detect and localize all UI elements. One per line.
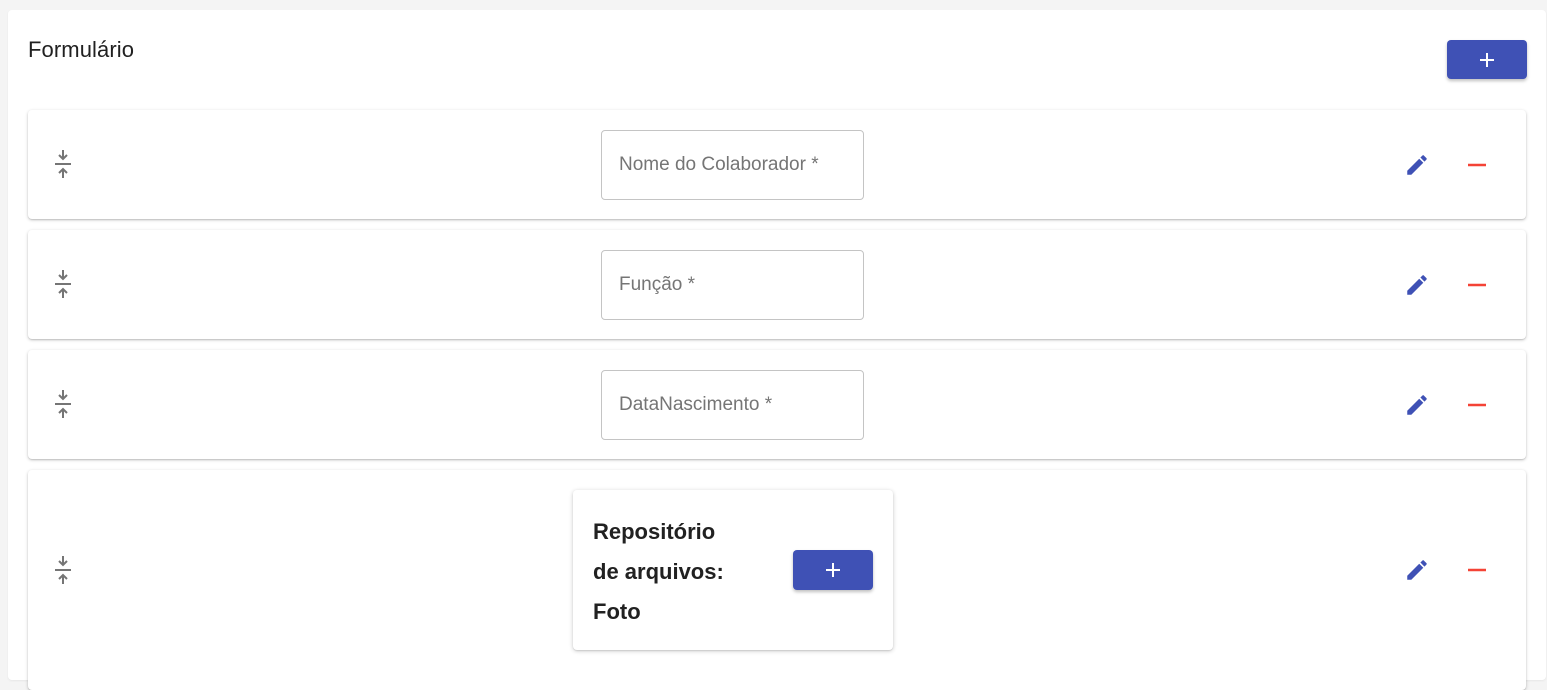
pencil-icon [1407, 560, 1427, 580]
name-field[interactable]: Nome do Colaborador * [601, 130, 864, 200]
pencil-icon [1407, 395, 1427, 415]
repository-title-line: Foto [593, 599, 641, 624]
birthdate-field[interactable]: DataNascimento * [601, 370, 864, 440]
drag-compress-icon [55, 390, 71, 418]
add-file-button[interactable] [793, 550, 873, 590]
edit-button[interactable] [1403, 151, 1431, 179]
remove-button[interactable] [1463, 271, 1491, 299]
drag-compress-icon [55, 270, 71, 298]
field-label: Função * [619, 274, 696, 295]
function-field[interactable]: Função * [601, 250, 864, 320]
remove-button[interactable] [1463, 391, 1491, 419]
pencil-icon [1407, 155, 1427, 175]
field-label: Nome do Colaborador * [619, 154, 819, 175]
add-field-button[interactable] [1447, 40, 1527, 79]
plus-icon [826, 563, 840, 577]
drag-handle[interactable] [50, 268, 76, 300]
remove-button[interactable] [1463, 151, 1491, 179]
edit-button[interactable] [1403, 556, 1431, 584]
minus-icon [1468, 163, 1486, 167]
edit-button[interactable] [1403, 391, 1431, 419]
repository-title-line: de arquivos: [593, 559, 724, 584]
form-field-row: Função * [28, 230, 1526, 339]
repository-row: Repositório de arquivos: Foto [28, 470, 1526, 690]
drag-handle[interactable] [50, 554, 76, 586]
form-title: Formulário [28, 37, 135, 62]
pencil-icon [1407, 275, 1427, 295]
file-repository-card: Repositório de arquivos: Foto [573, 490, 893, 650]
drag-compress-icon [55, 556, 71, 584]
plus-icon [1480, 52, 1494, 67]
drag-compress-icon [55, 150, 71, 178]
field-label: DataNascimento * [619, 394, 773, 415]
form-field-row: Nome do Colaborador * [28, 110, 1526, 219]
edit-button[interactable] [1403, 271, 1431, 299]
minus-icon [1468, 568, 1486, 572]
repository-title-line: Repositório [593, 519, 716, 544]
minus-icon [1468, 283, 1486, 287]
minus-icon [1468, 403, 1486, 407]
remove-button[interactable] [1463, 556, 1491, 584]
drag-handle[interactable] [50, 388, 76, 420]
form-panel: Formulário Nome do Colaborador * Função … [8, 10, 1546, 690]
form-field-row: DataNascimento * [28, 350, 1526, 459]
drag-handle[interactable] [50, 148, 76, 180]
repository-title: Repositório de arquivos: Foto [593, 512, 763, 632]
